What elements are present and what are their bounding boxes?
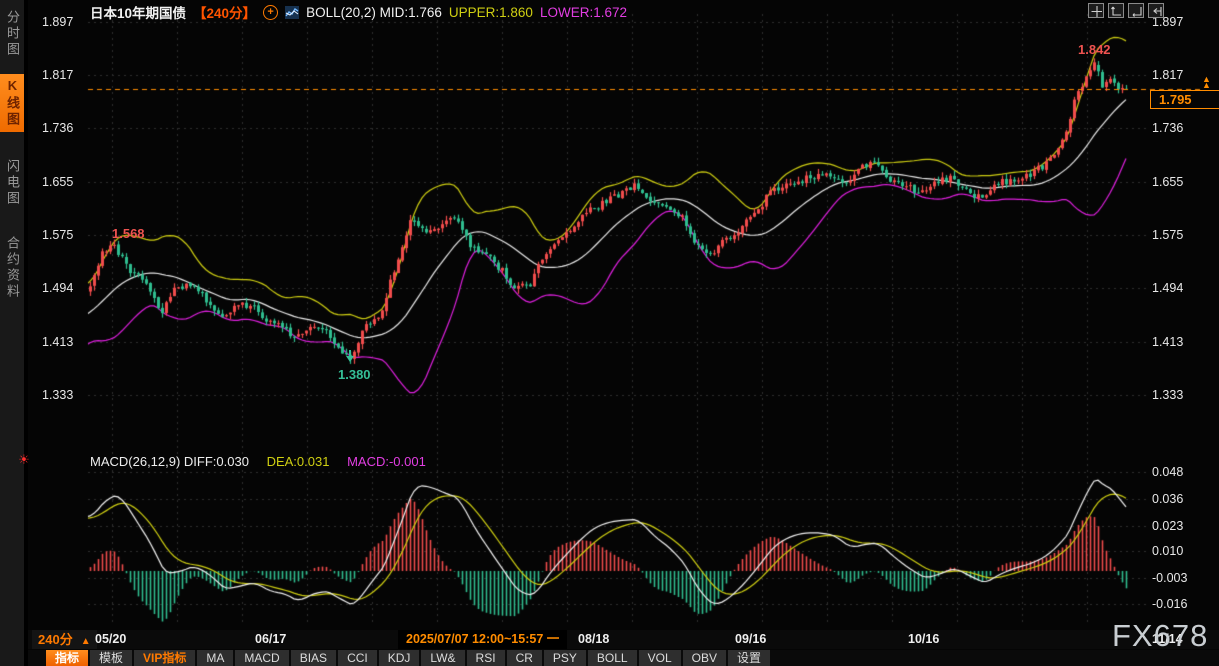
scale-x-axis-button[interactable] (1128, 3, 1144, 18)
toolbar-button-vip-indicators[interactable]: VIP指标 (134, 650, 195, 666)
sidebar-tab-flash-chart[interactable]: 闪电图 (0, 155, 24, 211)
toolbar-button-boll[interactable]: BOLL (588, 650, 637, 666)
sidebar-tab-time-chart[interactable]: 分时图 (0, 6, 24, 62)
circle-plus-icon[interactable]: + (263, 5, 278, 20)
swing-low-label: 1.380 (338, 367, 371, 382)
toolbar-button-cci[interactable]: CCI (338, 650, 377, 666)
macd-axis-label: 0.010 (1152, 544, 1183, 558)
date-label: 05/20 (95, 631, 126, 648)
price-axis-label: 1.817 (1152, 68, 1183, 82)
price-axis-label: 1.817 (42, 68, 73, 82)
toolbar-button-vol[interactable]: VOL (639, 650, 681, 666)
kline-chart-icon[interactable] (285, 6, 299, 19)
price-axis-label: 1.333 (42, 388, 73, 402)
price-axis-label: 1.736 (42, 121, 73, 135)
toolbar-button-rsi[interactable]: RSI (467, 650, 505, 666)
period-high-label: 1.842 (1078, 42, 1111, 57)
axis-left-icon (1110, 5, 1122, 17)
macd-header: MACD(26,12,9) DIFF:0.030 DEA:0.031 MACD:… (90, 454, 426, 469)
shift-right-button[interactable] (1148, 3, 1164, 18)
crosshair-date-tag: 2025/07/07 12:00~15:57 一 (398, 630, 567, 649)
last-price-tag: 1.795 (1150, 90, 1219, 109)
date-label: 10/16 (908, 631, 939, 648)
crosshair-icon (1090, 5, 1102, 17)
macd-axis-label: 0.048 (1152, 465, 1183, 479)
toolbar-button-psy[interactable]: PSY (544, 650, 586, 666)
macd-diff-readout: MACD(26,12,9) DIFF:0.030 (90, 454, 249, 469)
date-label: 06/17 (255, 631, 286, 648)
macd-dea-readout: DEA:0.031 (267, 454, 330, 469)
toolbar-button-indicators[interactable]: 指标 (46, 650, 88, 666)
price-axis-label: 1.413 (1152, 335, 1183, 349)
toolbar-button-cr[interactable]: CR (507, 650, 542, 666)
symbol-title: 日本10年期国债 (90, 2, 186, 22)
swing-high-label: 1.568 (112, 226, 145, 241)
macd-bar-readout: MACD:-0.001 (347, 454, 426, 469)
toolbar-button-macd[interactable]: MACD (235, 650, 288, 666)
boll-mid-readout: BOLL(20,2) MID:1.766 (306, 5, 442, 20)
macd-axis-label: -0.003 (1152, 571, 1187, 585)
date-label: 09/16 (735, 631, 766, 648)
toolbar-button-settings[interactable]: 设置 (728, 650, 770, 666)
alert-sun-icon[interactable]: ☀ (16, 452, 32, 468)
interval-tag[interactable]: 【240分】 (193, 2, 256, 22)
interval-selector[interactable]: 240分▲ (32, 630, 97, 649)
date-label: 08/18 (578, 631, 609, 648)
chart-canvas[interactable] (0, 0, 1219, 666)
sidebar-tab-kline-chart[interactable]: K线图 (0, 74, 24, 132)
boll-upper-readout: UPPER:1.860 (449, 5, 533, 20)
toolbar-button-templates[interactable]: 模板 (90, 650, 132, 666)
collapse-arrow-icon[interactable]: ▲ (81, 636, 91, 647)
pan-right-icon (1150, 5, 1162, 17)
price-axis-label: 1.494 (42, 281, 73, 295)
price-axis-label: 1.897 (42, 15, 73, 29)
macd-axis-label: 0.036 (1152, 492, 1183, 506)
price-axis-label: 1.655 (42, 175, 73, 189)
chart-tool-buttons (1088, 3, 1164, 18)
boll-lower-readout: LOWER:1.672 (540, 5, 627, 20)
toolbar-button-lwr[interactable]: LW& (421, 650, 464, 666)
chart-header: 日本10年期国债 【240分】 + BOLL(20,2) MID:1.766 U… (90, 3, 627, 21)
indicator-toolbar: 指标模板VIP指标MAMACDBIASCCIKDJLW&RSICRPSYBOLL… (28, 650, 1219, 666)
toolbar-button-ma[interactable]: MA (197, 650, 233, 666)
sidebar: 分时图 K线图闪电图合约资料 (0, 0, 28, 666)
price-axis-label: 1.413 (42, 335, 73, 349)
price-up-arrows-icon: ▲▲ (1202, 76, 1211, 88)
price-axis-label: 1.333 (1152, 388, 1183, 402)
price-axis-label: 1.655 (1152, 175, 1183, 189)
fx678-watermark: FX678 (1112, 618, 1208, 654)
toolbar-button-bias[interactable]: BIAS (291, 650, 336, 666)
scale-y-axis-button[interactable] (1108, 3, 1124, 18)
price-axis-label: 1.575 (1152, 228, 1183, 242)
price-axis-label: 1.736 (1152, 121, 1183, 135)
macd-axis-label: 0.023 (1152, 519, 1183, 533)
toolbar-button-kdj[interactable]: KDJ (379, 650, 420, 666)
low-marker-arrow-icon (346, 350, 354, 363)
axis-right-icon (1130, 5, 1142, 17)
macd-axis-label: -0.016 (1152, 597, 1187, 611)
price-axis-label: 1.494 (1152, 281, 1183, 295)
crosshair-tool-button[interactable] (1088, 3, 1104, 18)
time-axis: 240分▲ 2025/07/07 12:00~15:57 一 05/20 06/1… (28, 630, 1219, 649)
toolbar-button-obv[interactable]: OBV (683, 650, 726, 666)
price-axis-label: 1.575 (42, 228, 73, 242)
sidebar-tab-contract-info[interactable]: 合约资料 (0, 232, 24, 304)
trading-app: 分时图 K线图闪电图合约资料 ☀ 日本10年期国债 【240分】 + BOLL(2… (0, 0, 1219, 666)
